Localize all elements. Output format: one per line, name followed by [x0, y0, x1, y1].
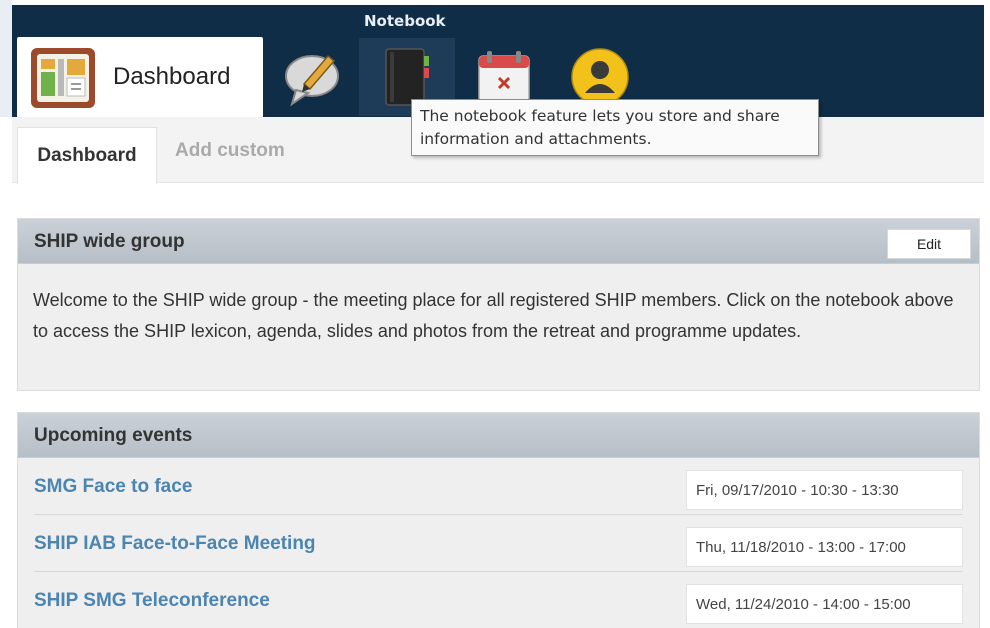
- edit-button[interactable]: Edit: [887, 229, 971, 259]
- event-row: SHIP IAB Face-to-Face Meeting Thu, 11/18…: [34, 515, 963, 572]
- events-panel-header: Upcoming events: [18, 413, 979, 458]
- group-panel-title: SHIP wide group: [34, 231, 185, 252]
- calendar-icon: [478, 51, 530, 103]
- event-date: Fri, 09/17/2010 - 10:30 - 13:30: [686, 470, 963, 510]
- header-edge: [0, 0, 12, 117]
- events-list: SMG Face to face Fri, 09/17/2010 - 10:30…: [18, 458, 979, 628]
- discussion-icon: [285, 54, 339, 107]
- app-tab-dashboard[interactable]: Dashboard: [17, 37, 263, 119]
- event-row: SHIP SMG Teleconference Wed, 11/24/2010 …: [34, 572, 963, 628]
- notebook-hover-label: Notebook: [364, 12, 446, 30]
- app-tab-label: Dashboard: [113, 63, 231, 90]
- dashboard-icon: [31, 48, 95, 108]
- event-date: Thu, 11/18/2010 - 13:00 - 17:00: [686, 527, 963, 567]
- notebook-tooltip: The notebook feature lets you store and …: [411, 99, 819, 156]
- event-date: Wed, 11/24/2010 - 14:00 - 15:00: [686, 584, 963, 624]
- event-link[interactable]: SHIP IAB Face-to-Face Meeting: [34, 533, 316, 555]
- group-panel: SHIP wide group Edit Welcome to the SHIP…: [17, 218, 980, 391]
- event-row: SMG Face to face Fri, 09/17/2010 - 10:30…: [34, 458, 963, 515]
- event-link[interactable]: SHIP SMG Teleconference: [34, 590, 270, 612]
- group-panel-header: SHIP wide group Edit: [18, 219, 979, 264]
- event-link[interactable]: SMG Face to face: [34, 476, 192, 498]
- profile-icon: [571, 48, 629, 106]
- app-discussion[interactable]: [266, 38, 362, 116]
- subtab-dashboard[interactable]: Dashboard: [17, 127, 157, 184]
- subtab-add-custom[interactable]: Add custom: [175, 140, 285, 162]
- events-panel: Upcoming events SMG Face to face Fri, 09…: [17, 412, 980, 628]
- group-panel-body: Welcome to the SHIP wide group - the mee…: [33, 290, 954, 341]
- events-panel-title: Upcoming events: [34, 425, 193, 446]
